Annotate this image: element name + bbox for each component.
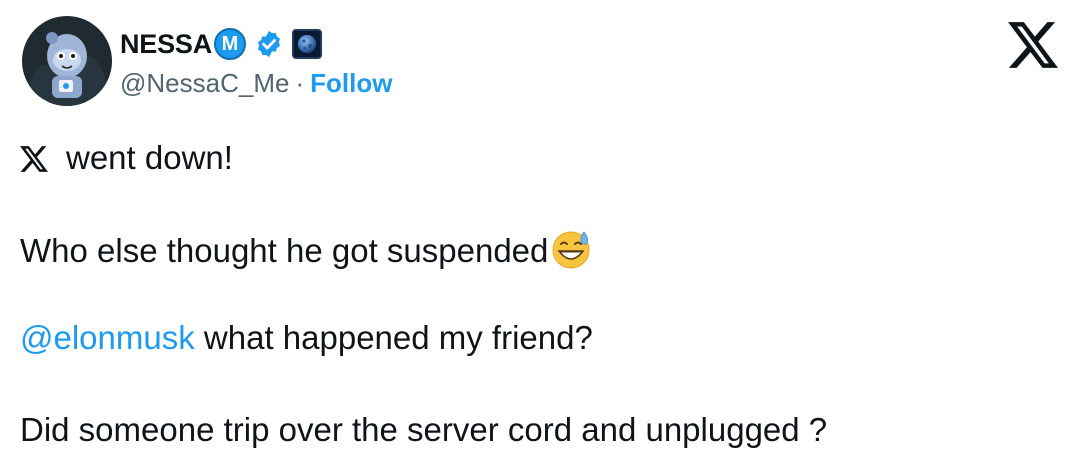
avatar[interactable] bbox=[22, 16, 112, 106]
tweet-text-friend: what happened my friend? bbox=[194, 319, 593, 356]
dot-separator: · bbox=[295, 68, 305, 98]
author-handle[interactable]: @NessaC_Me bbox=[120, 68, 289, 98]
name-badges: M bbox=[214, 27, 322, 61]
tweet-text-went-down: went down! bbox=[66, 139, 233, 176]
grinning-sweat-emoji-icon bbox=[550, 228, 592, 270]
m-badge-icon: M bbox=[214, 28, 246, 60]
tweet-card: NESSA M @NessaC_Me · Follow went down! W… bbox=[0, 0, 1072, 474]
tweet-line-4: Did someone trip over the server cord an… bbox=[20, 410, 827, 450]
handle-row: @NessaC_Me · Follow bbox=[120, 68, 392, 99]
avatar-astronaut-icon bbox=[22, 17, 112, 106]
moon-icon bbox=[292, 29, 322, 59]
tweet-text-suspended: Who else thought he got suspended bbox=[20, 232, 549, 269]
follow-button[interactable]: Follow bbox=[310, 68, 392, 98]
tweet-line-3: @elonmusk what happened my friend? bbox=[20, 318, 593, 358]
x-logo-icon bbox=[20, 146, 48, 172]
tweet-text-server-cord: Did someone trip over the server cord an… bbox=[20, 411, 828, 448]
verified-badge-icon[interactable] bbox=[254, 29, 284, 59]
tweet-line-1: went down! bbox=[20, 138, 233, 178]
tweet-line-2: Who else thought he got suspended bbox=[20, 228, 592, 271]
author-name[interactable]: NESSA bbox=[120, 29, 212, 60]
x-logo-icon[interactable] bbox=[1008, 22, 1058, 68]
mention-link[interactable]: @elonmusk bbox=[20, 319, 195, 356]
